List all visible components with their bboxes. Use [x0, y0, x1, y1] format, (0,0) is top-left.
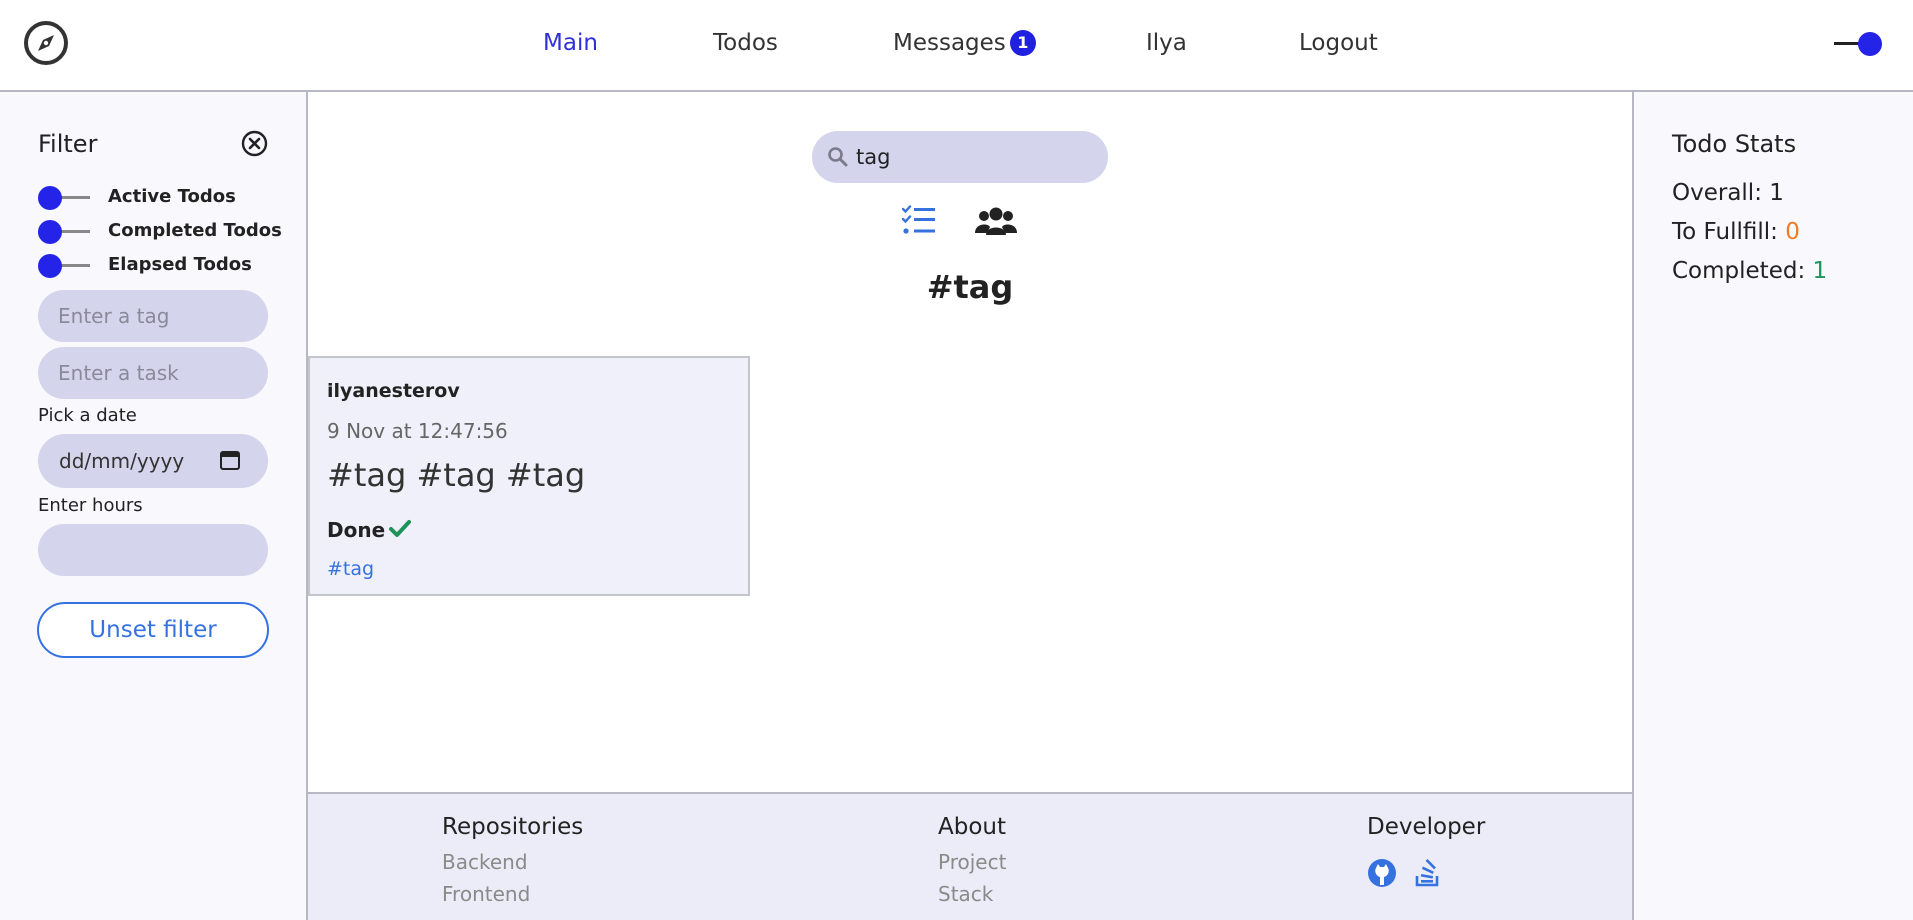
search-bar[interactable] — [812, 131, 1108, 183]
top-navbar: Main Todos Messages 1 Ilya Logout — [0, 0, 1913, 92]
task-filter-input[interactable] — [38, 347, 268, 399]
elapsed-todos-switch[interactable] — [38, 254, 92, 278]
stat-overall: Overall: 1 — [1672, 180, 1784, 206]
footer-repositories-title: Repositories — [442, 814, 584, 840]
elapsed-todos-toggle[interactable]: Elapsed Todos — [38, 252, 298, 280]
nav-main[interactable]: Main — [543, 28, 598, 58]
stat-fulfill-label: To Fullfill: — [1672, 219, 1786, 245]
active-todos-label: Active Todos — [108, 186, 236, 207]
todo-status: Done — [327, 518, 412, 542]
hours-label: Enter hours — [38, 495, 143, 516]
stat-overall-label: Overall: — [1672, 180, 1770, 206]
stats-title: Todo Stats — [1672, 130, 1797, 158]
stat-completed-value: 1 — [1812, 258, 1828, 284]
nav-user[interactable]: Ilya — [1146, 28, 1187, 58]
todo-tag-link[interactable]: #tag — [327, 558, 374, 580]
todo-status-label: Done — [327, 518, 386, 542]
footer-developer-title: Developer — [1367, 814, 1486, 840]
footer-link-backend[interactable]: Backend — [442, 850, 528, 874]
tag-heading: #tag — [926, 268, 1014, 306]
date-input[interactable]: dd/mm/yyyy — [38, 434, 268, 488]
tag-filter-input[interactable] — [38, 290, 268, 342]
users-icon[interactable] — [975, 205, 1017, 237]
stat-fulfill: To Fullfill: 0 — [1672, 219, 1800, 245]
footer-link-frontend[interactable]: Frontend — [442, 882, 530, 906]
close-circle-icon[interactable] — [241, 130, 268, 157]
hours-input[interactable] — [38, 524, 268, 576]
main-content: #tag ilyanesterov 9 Nov at 12:47:56 #tag… — [308, 92, 1632, 792]
stat-completed: Completed: 1 — [1672, 258, 1827, 284]
nav-todos[interactable]: Todos — [713, 28, 778, 58]
nav-logout[interactable]: Logout — [1299, 28, 1378, 58]
filter-sidebar: Filter Active Todos Completed Todos Elap… — [0, 92, 308, 920]
unset-filter-button[interactable]: Unset filter — [37, 602, 269, 658]
check-icon — [389, 520, 412, 537]
stat-fulfill-value: 0 — [1785, 219, 1800, 245]
elapsed-todos-label: Elapsed Todos — [108, 254, 252, 275]
todo-text: #tag #tag #tag — [327, 456, 586, 494]
todo-card: ilyanesterov 9 Nov at 12:47:56 #tag #tag… — [308, 356, 750, 596]
todo-date: 9 Nov at 12:47:56 — [327, 419, 508, 443]
messages-count-badge: 1 — [1009, 30, 1036, 56]
date-placeholder: dd/mm/yyyy — [59, 449, 185, 473]
stat-completed-label: Completed: — [1672, 258, 1813, 284]
todo-author[interactable]: ilyanesterov — [327, 380, 460, 402]
main-nav: Main Todos Messages 1 Ilya Logout — [0, 28, 1913, 60]
footer-link-project[interactable]: Project — [938, 850, 1006, 874]
active-todos-switch[interactable] — [38, 186, 92, 210]
footer: Repositories Backend Frontend About Proj… — [308, 792, 1632, 920]
date-label: Pick a date — [38, 405, 137, 426]
nav-messages[interactable]: Messages 1 — [893, 28, 1036, 58]
theme-toggle-knob — [1858, 32, 1882, 56]
calendar-icon[interactable] — [219, 449, 241, 471]
footer-about-title: About — [938, 814, 1007, 840]
filter-title: Filter — [38, 130, 98, 158]
stackoverflow-icon[interactable] — [1413, 858, 1443, 888]
stat-overall-value: 1 — [1769, 180, 1784, 206]
search-input[interactable] — [856, 131, 1092, 183]
todo-stats-panel: Todo Stats Overall: 1 To Fullfill: 0 Com… — [1632, 92, 1913, 920]
theme-toggle[interactable] — [1832, 32, 1884, 56]
footer-link-stack[interactable]: Stack — [938, 882, 993, 906]
completed-todos-switch[interactable] — [38, 220, 92, 244]
search-icon — [828, 147, 848, 167]
completed-todos-toggle[interactable]: Completed Todos — [38, 218, 298, 246]
nav-messages-label: Messages — [893, 30, 1006, 56]
completed-todos-label: Completed Todos — [108, 220, 282, 241]
github-icon[interactable] — [1367, 858, 1397, 888]
list-check-icon[interactable] — [902, 205, 936, 235]
active-todos-toggle[interactable]: Active Todos — [38, 184, 298, 212]
